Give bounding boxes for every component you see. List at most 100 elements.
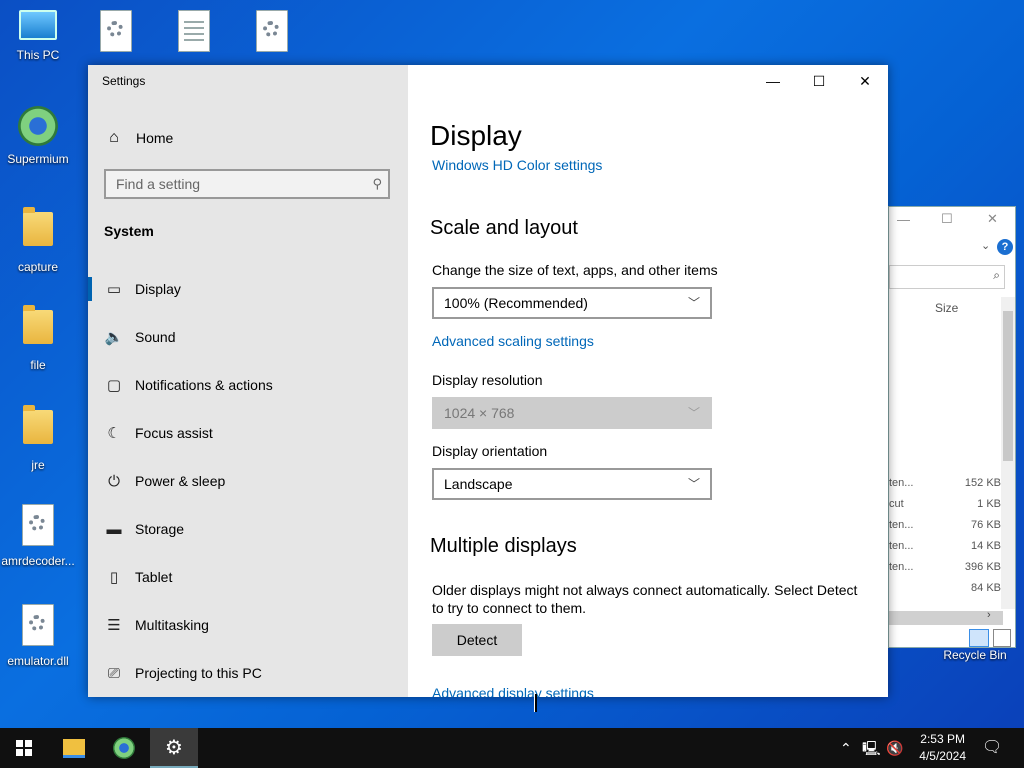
detect-button[interactable]: Detect: [432, 624, 522, 656]
sidebar-item-projecting[interactable]: ⎚ Projecting to this PC: [88, 649, 408, 697]
desktop-icon-label: file: [30, 358, 46, 372]
supermium-browser-icon: [113, 737, 135, 759]
text-cursor-icon: [534, 694, 537, 712]
details-view-icon[interactable]: [969, 629, 989, 647]
chevron-down-icon: ﹀: [687, 406, 700, 420]
dll-file-icon: [256, 10, 288, 52]
system-nav-list: ▭ Display 🔈 Sound ▢ Notifications & acti…: [88, 265, 408, 697]
file-row[interactable]: ten... 396 KB: [889, 561, 1015, 581]
folder-icon: [23, 405, 53, 444]
dll-file-icon: [22, 604, 54, 646]
gear-icon: ⚙: [165, 736, 183, 759]
orientation-dropdown[interactable]: Landscape ﹀: [432, 468, 712, 500]
desktop-icon-capture[interactable]: capture: [0, 207, 76, 274]
taskbar-supermium[interactable]: [100, 728, 148, 768]
tablet-icon: ▯: [109, 569, 119, 586]
moon-icon: ☾: [107, 425, 121, 442]
file-explorer-window[interactable]: — ☐ ✕ ⌄ ? ⌕ Size ten... 152 KB cut 1 KB te…: [888, 206, 1016, 648]
desktop-icon-amrdecoder[interactable]: amrdecoder...: [0, 504, 76, 568]
resolution-label: Display resolution: [432, 372, 543, 388]
find-setting-input[interactable]: Find a setting ⚲: [104, 169, 390, 199]
desktop-icon-dll[interactable]: [234, 10, 310, 52]
scale-label: Change the size of text, apps, and other…: [432, 262, 718, 278]
sidebar-item-label: Power & sleep: [135, 473, 226, 489]
large-icons-view-icon[interactable]: [993, 629, 1011, 647]
advanced-scaling-link[interactable]: Advanced scaling settings: [432, 333, 594, 349]
minimize-icon[interactable]: —: [897, 212, 910, 227]
sidebar-item-notifications[interactable]: ▢ Notifications & actions: [88, 361, 408, 409]
desktop-icon-jli[interactable]: jli: [78, 10, 154, 68]
close-icon[interactable]: ✕: [987, 211, 998, 227]
window-title: Settings: [102, 74, 146, 88]
orientation-label: Display orientation: [432, 443, 548, 459]
file-row[interactable]: ten... 14 KB: [889, 540, 1015, 560]
orientation-value: Landscape: [444, 476, 513, 492]
file-row[interactable]: ten... 76 KB: [889, 519, 1015, 539]
folder-icon: [23, 305, 53, 344]
file-row[interactable]: ten... 152 KB: [889, 477, 1015, 497]
sidebar-item-sound[interactable]: 🔈 Sound: [88, 313, 408, 361]
volume-muted-icon[interactable]: 🔇: [886, 728, 903, 768]
chevron-down-icon[interactable]: ⌄: [981, 239, 990, 252]
start-button[interactable]: [0, 728, 48, 768]
desktop-icon-label: capture: [17, 260, 59, 274]
network-icon[interactable]: 🖳: [862, 728, 881, 768]
chevron-right-icon[interactable]: ›: [987, 609, 991, 621]
taskbar-clock[interactable]: 2:53 PM 4/5/2024: [919, 731, 966, 765]
column-header-size[interactable]: Size: [935, 301, 958, 315]
desktop-icon-file[interactable]: file: [0, 305, 76, 372]
maximize-icon[interactable]: ☐: [941, 211, 953, 227]
document-icon: [178, 10, 210, 52]
file-row[interactable]: cut 1 KB: [889, 498, 1015, 518]
taskbar-file-explorer[interactable]: [50, 728, 98, 768]
chevron-down-icon: ﹀: [687, 477, 700, 491]
storage-icon: ▬: [106, 520, 122, 538]
explorer-caption: — ☐ ✕: [889, 207, 1015, 235]
home-nav-item[interactable]: ⌂ Home: [104, 129, 173, 147]
sidebar-item-display[interactable]: ▭ Display: [88, 265, 408, 313]
desktop-icon-emulator[interactable]: emulator.dll: [0, 604, 76, 668]
multiple-displays-text: Older displays might not always connect …: [432, 582, 858, 616]
clock-date: 4/5/2024: [919, 749, 966, 763]
desktop-icon-jre[interactable]: jre: [0, 405, 76, 472]
sidebar-item-label: Focus assist: [135, 425, 213, 441]
taskbar-settings[interactable]: ⚙: [150, 728, 198, 768]
computer-icon: [19, 10, 57, 40]
horizontal-scrollbar[interactable]: [889, 611, 1003, 625]
desktop-icon-this-pc[interactable]: This PC: [0, 10, 76, 62]
section-title: System: [104, 223, 154, 239]
resolution-value: 1024 × 768: [444, 405, 515, 421]
action-center-icon[interactable]: 🗨: [982, 728, 1002, 768]
sidebar-item-tablet[interactable]: ▯ Tablet: [88, 553, 408, 601]
sidebar-item-focus-assist[interactable]: ☾ Focus assist: [88, 409, 408, 457]
sidebar-item-label: Projecting to this PC: [135, 665, 262, 681]
desktop-icon-label: emulator.dll: [7, 654, 69, 668]
desktop-icon-document[interactable]: [156, 10, 232, 52]
dll-file-icon: [22, 504, 54, 546]
sidebar-item-power-sleep[interactable]: ⏻ Power & sleep: [88, 457, 408, 505]
advanced-display-link[interactable]: Advanced display settings: [432, 685, 594, 697]
explorer-search-box[interactable]: ⌕: [889, 265, 1005, 289]
multiple-displays-heading: Multiple displays: [430, 535, 577, 557]
taskbar: ⚙ ⌃ 🖳 🔇 2:53 PM 4/5/2024 🗨: [0, 728, 1024, 768]
multitasking-icon: ☰: [107, 617, 121, 634]
scale-dropdown[interactable]: 100% (Recommended) ﹀: [432, 287, 712, 319]
resolution-dropdown: 1024 × 768 ﹀: [432, 397, 712, 429]
file-row[interactable]: 84 KB: [889, 582, 1015, 602]
sidebar-item-storage[interactable]: ▬ Storage: [88, 505, 408, 553]
chevron-up-icon[interactable]: ⌃: [840, 728, 852, 768]
chevron-down-icon: ﹀: [687, 296, 700, 310]
monitor-icon: ▭: [106, 281, 122, 298]
search-icon: ⚲: [372, 176, 382, 191]
scale-value: 100% (Recommended): [444, 295, 588, 311]
scrollbar-thumb[interactable]: [1003, 311, 1013, 461]
scale-layout-heading: Scale and layout: [430, 217, 578, 239]
page-title: Display: [430, 120, 522, 151]
desktop-icon-label: jre: [31, 458, 45, 472]
hd-color-settings-link[interactable]: Windows HD Color settings: [432, 157, 602, 173]
power-icon: ⏻: [108, 472, 120, 490]
desktop-icon-supermium[interactable]: Supermium: [0, 106, 76, 166]
sidebar-item-multitasking[interactable]: ☰ Multitasking: [88, 601, 408, 649]
help-icon[interactable]: ?: [997, 239, 1013, 255]
dll-file-icon: [100, 10, 132, 52]
